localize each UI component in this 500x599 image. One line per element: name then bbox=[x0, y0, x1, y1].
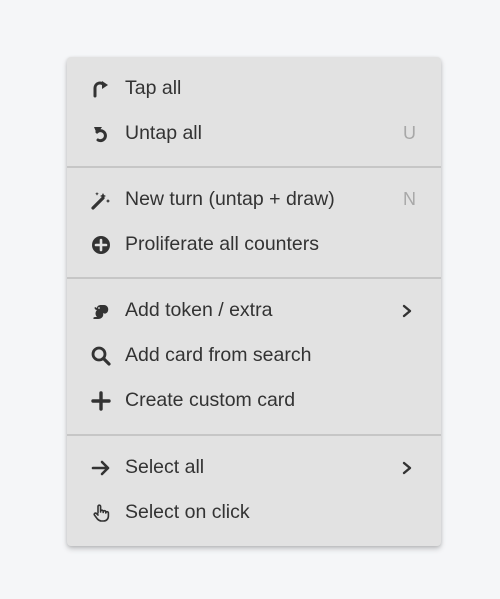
menu-item-create-custom[interactable]: Create custom card bbox=[67, 378, 441, 423]
menu-item-add-card-search[interactable]: Add card from search bbox=[67, 333, 441, 378]
menu-item-tap-all[interactable]: Tap all bbox=[67, 66, 441, 111]
menu-item-select-all[interactable]: Select all bbox=[67, 445, 441, 490]
menu-divider bbox=[67, 277, 441, 279]
plus-circle-icon bbox=[91, 235, 111, 255]
search-icon bbox=[91, 346, 111, 366]
hand-pointer-icon bbox=[91, 503, 111, 523]
menu-item-proliferate[interactable]: Proliferate all counters bbox=[67, 222, 441, 267]
menu-item-label: Add card from search bbox=[125, 344, 312, 366]
menu-item-select-on-click[interactable]: Select on click bbox=[67, 490, 441, 535]
untap-icon bbox=[91, 124, 111, 144]
menu-item-label: New turn (untap + draw) bbox=[125, 188, 335, 210]
chevron-right-icon bbox=[401, 304, 413, 318]
tap-icon bbox=[91, 79, 111, 99]
menu-item-label: Select on click bbox=[125, 501, 250, 523]
menu-item-label: Untap all bbox=[125, 122, 202, 144]
menu-item-label: Create custom card bbox=[125, 389, 296, 411]
menu-item-untap-all[interactable]: Untap all U bbox=[67, 111, 441, 156]
menu-divider bbox=[67, 434, 441, 436]
menu-divider bbox=[67, 166, 441, 168]
menu-item-label: Proliferate all counters bbox=[125, 233, 320, 255]
menu-item-add-token[interactable]: Add token / extra bbox=[67, 288, 441, 333]
keyboard-shortcut: N bbox=[403, 189, 416, 209]
keyboard-shortcut: U bbox=[403, 123, 416, 143]
plus-icon bbox=[91, 390, 111, 411]
magic-wand-icon bbox=[91, 190, 111, 210]
menu-item-label: Tap all bbox=[125, 77, 182, 99]
arrow-right-icon bbox=[91, 458, 111, 478]
menu-item-label: Select all bbox=[125, 456, 205, 478]
context-menu: Tap all Untap all U New turn (untap + dr… bbox=[67, 57, 441, 546]
menu-item-new-turn[interactable]: New turn (untap + draw) N bbox=[67, 177, 441, 222]
chevron-right-icon bbox=[401, 461, 413, 475]
squirrel-icon bbox=[91, 301, 111, 321]
menu-item-label: Add token / extra bbox=[125, 299, 273, 321]
